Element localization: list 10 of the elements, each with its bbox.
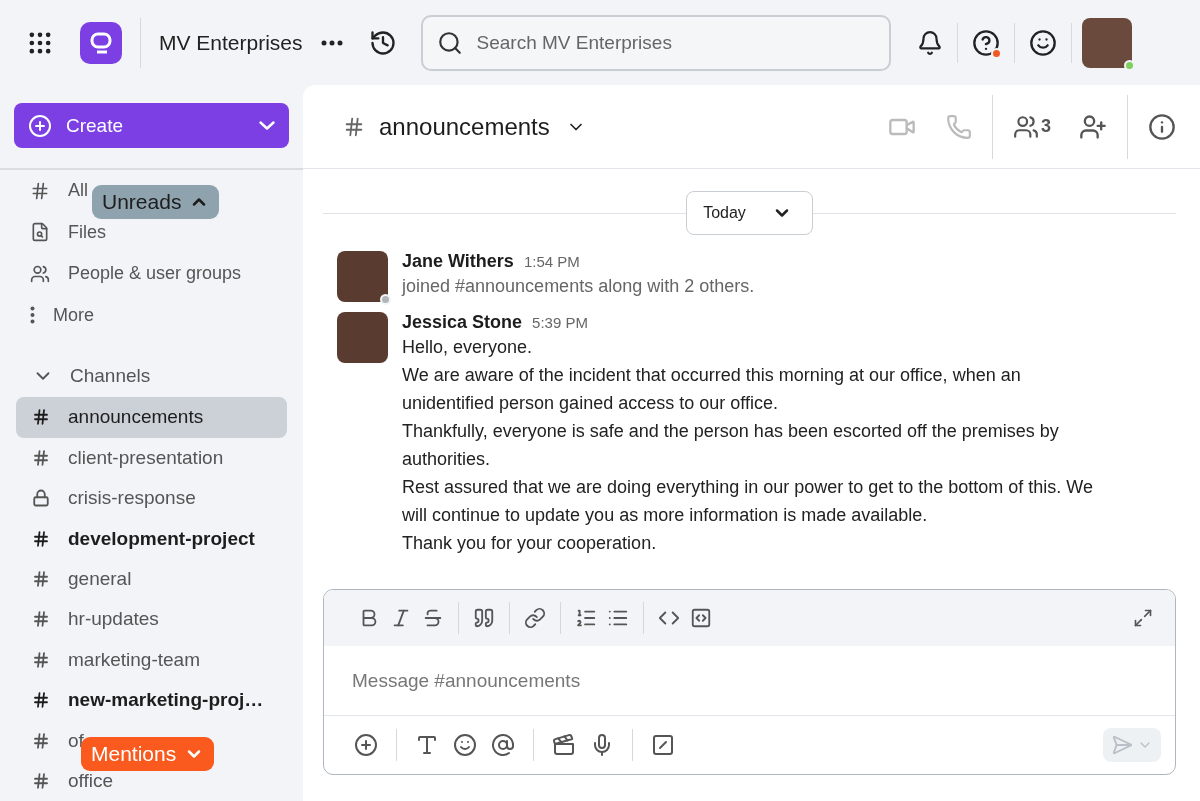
workspace-name: MV Enterprises [159,30,303,55]
message-text: Thank you for your cooperation. [402,532,658,555]
message-text: Hello, everyone. [402,336,534,359]
message-time: 1:54 PM [523,253,580,270]
message-text: Thankfully, everyone is safe and the person has been escorted off the premises by authorities. [402,420,1060,471]
message-text: Rest assured that we are doing everything in our power to get to the bottom of this. We will continue to update you as more information is made available. [402,476,1095,527]
message-text: joined #announcements along with 2 others. [402,275,756,298]
channel-title: announcements [379,112,550,141]
message-text: We are aware of the incident that occurred this morning at our office, when an unidentified person gained access to our office. [402,364,1022,415]
message-time: 5:39 PM [532,314,588,331]
